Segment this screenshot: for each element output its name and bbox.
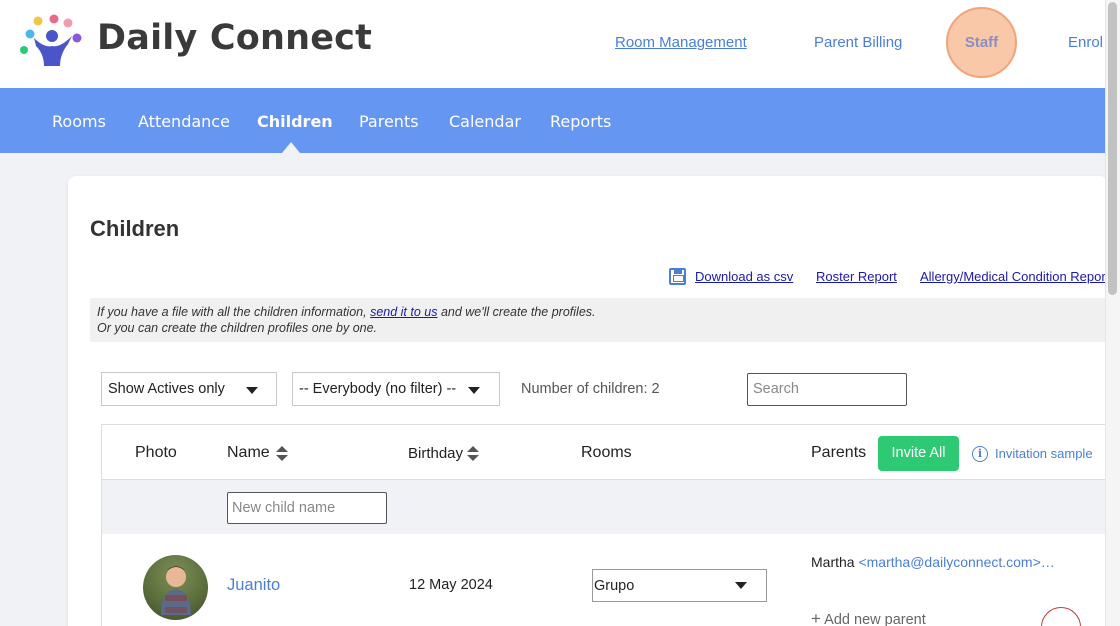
room-select[interactable]: Grupo: [592, 569, 767, 602]
search-input[interactable]: Search: [747, 373, 907, 406]
header-birthday[interactable]: Birthday: [408, 445, 463, 462]
header-photo: Photo: [135, 444, 177, 461]
active-tab-indicator: [282, 142, 300, 153]
group-filter-select[interactable]: -- Everybody (no filter) --: [292, 372, 500, 406]
save-icon: [669, 268, 686, 285]
info-text-end: and we'll create the profiles.: [437, 305, 596, 319]
allergy-report-link[interactable]: Allergy/Medical Condition Report: [920, 269, 1109, 284]
child-birthday: 12 May 2024: [409, 577, 493, 593]
nav-reports[interactable]: Reports: [550, 112, 611, 131]
group-filter-value: -- Everybody (no filter) --: [299, 381, 457, 397]
parent-entry: Martha <martha@dailyconnect.com>…: [811, 554, 1055, 570]
status-filter-value: Show Actives only: [108, 381, 225, 397]
sort-icon[interactable]: [467, 446, 479, 462]
info-text-line2: Or you can create the children profiles …: [97, 320, 378, 335]
info-icon[interactable]: i: [972, 446, 988, 462]
chevron-down-icon: [735, 582, 747, 589]
send-it-link[interactable]: send it to us: [370, 305, 437, 319]
invite-all-button[interactable]: Invite All: [878, 436, 959, 471]
child-avatar[interactable]: [143, 555, 208, 620]
parent-name: Martha: [811, 554, 855, 570]
brand-name: Daily Connect: [97, 18, 373, 58]
child-name-link[interactable]: Juanito: [227, 576, 280, 595]
daily-connect-logo: [20, 14, 82, 66]
room-select-value: Grupo: [594, 578, 635, 594]
header-rooms: Rooms: [581, 444, 632, 461]
header-name[interactable]: Name: [227, 444, 270, 462]
download-csv-link[interactable]: Download as csv: [695, 269, 793, 284]
chevron-down-icon: [468, 387, 480, 394]
child-photo: [161, 566, 191, 615]
parent-billing-link[interactable]: Parent Billing: [814, 34, 902, 51]
staff-link[interactable]: Staff: [946, 34, 1017, 51]
parent-email-link[interactable]: <martha@dailyconnect.com>…: [858, 554, 1054, 570]
info-text: If you have a file with all the children…: [97, 305, 371, 319]
scrollbar-thumb[interactable]: [1108, 2, 1117, 295]
plus-icon: +: [811, 609, 821, 626]
nav-calendar[interactable]: Calendar: [449, 112, 521, 131]
new-child-name-input[interactable]: New child name: [227, 492, 387, 524]
enrollment-link[interactable]: Enrol: [1068, 34, 1103, 51]
add-parent-label: Add new parent: [824, 612, 926, 626]
header-parents: Parents: [811, 444, 867, 461]
import-info-box: If you have a file with all the children…: [90, 298, 1105, 342]
sort-icon[interactable]: [276, 446, 288, 462]
status-filter-select[interactable]: Show Actives only: [101, 372, 277, 406]
room-management-link[interactable]: Room Management: [615, 34, 747, 51]
invitation-sample-link[interactable]: Invitation sample: [995, 446, 1093, 461]
top-bar: Daily Connect Room Management Parent Bil…: [0, 0, 1105, 88]
children-count: Number of children: 2: [521, 381, 660, 397]
page-title: Children: [90, 216, 180, 241]
nav-rooms[interactable]: Rooms: [52, 112, 106, 131]
nav-attendance[interactable]: Attendance: [138, 112, 230, 131]
chevron-down-icon: [246, 387, 258, 394]
nav-children[interactable]: Children: [257, 112, 333, 131]
nav-parents[interactable]: Parents: [359, 112, 419, 131]
add-parent-link[interactable]: + Add new parent: [811, 609, 926, 626]
roster-report-link[interactable]: Roster Report: [816, 269, 897, 284]
main-nav: Rooms Attendance Children Parents Calend…: [0, 88, 1105, 153]
